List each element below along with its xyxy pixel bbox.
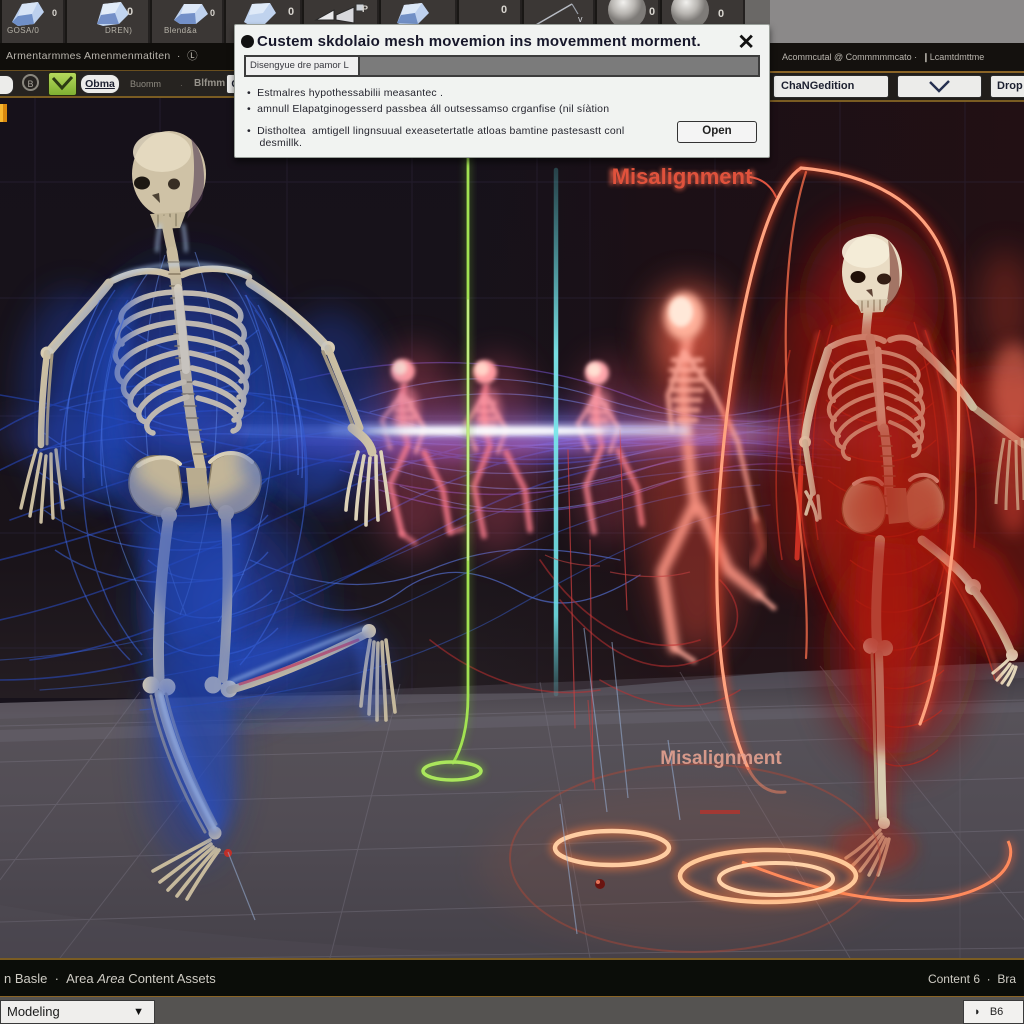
- svg-text:Misalignment: Misalignment: [612, 164, 753, 189]
- svg-text:v: v: [578, 14, 583, 24]
- svg-text:Misalignment: Misalignment: [660, 748, 782, 769]
